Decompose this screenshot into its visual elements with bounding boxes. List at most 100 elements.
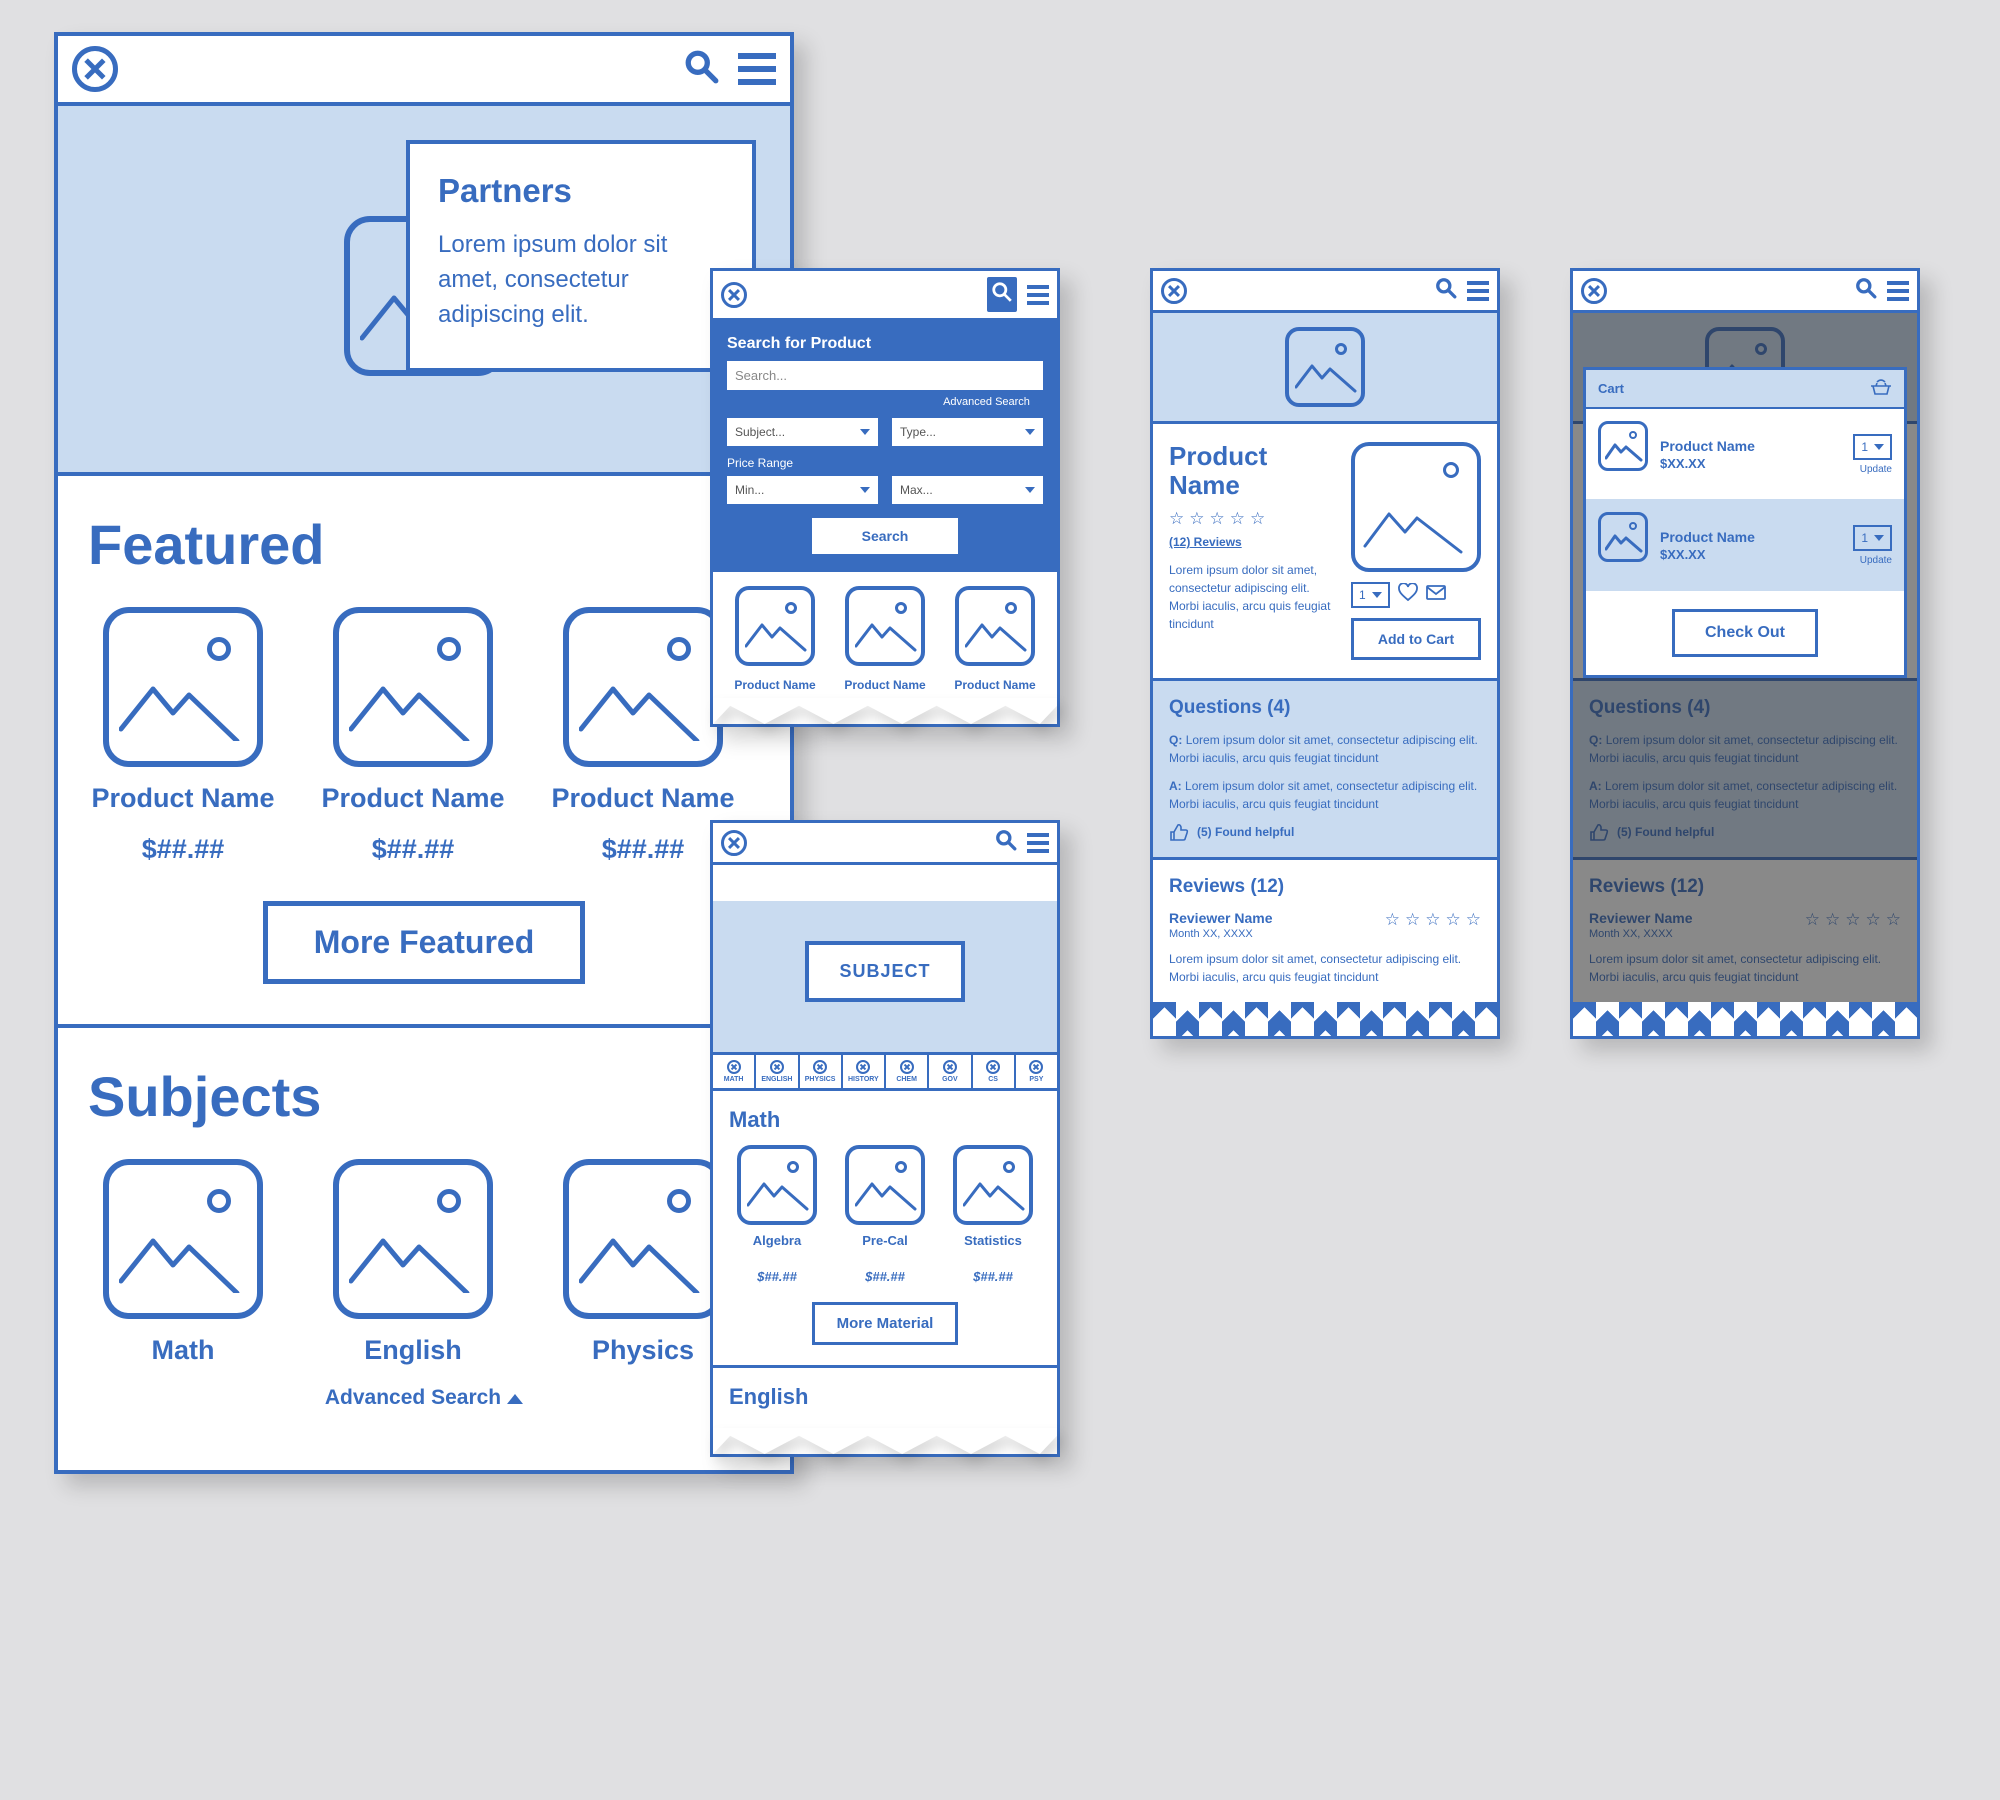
tab-psy[interactable]: PSY <box>1016 1055 1057 1088</box>
type-select[interactable]: Type... <box>892 418 1043 446</box>
product-header <box>1153 271 1497 313</box>
torn-edge <box>1153 1002 1497 1036</box>
menu-icon[interactable] <box>1027 833 1049 853</box>
tab-chem[interactable]: CHEM <box>886 1055 929 1088</box>
update-link[interactable]: Update <box>1860 555 1892 566</box>
add-to-cart-button[interactable]: Add to Cart <box>1351 618 1481 660</box>
more-featured-button[interactable]: More Featured <box>263 901 585 984</box>
logo-icon[interactable] <box>1581 278 1607 304</box>
featured-item[interactable]: Product Name $##.## <box>318 607 508 865</box>
tab-gov[interactable]: GOV <box>929 1055 972 1088</box>
tab-history[interactable]: HISTORY <box>843 1055 886 1088</box>
tab-icon <box>900 1060 914 1074</box>
material-item[interactable]: Algebra$##.## <box>729 1145 825 1284</box>
image-placeholder-icon <box>953 1145 1033 1225</box>
cart-qty-select[interactable]: 1 <box>1853 434 1892 460</box>
result-name: Product Name <box>734 678 815 692</box>
review-date: Month XX, XXXX <box>1169 928 1273 940</box>
menu-icon[interactable] <box>1887 281 1909 301</box>
mail-icon[interactable] <box>1426 583 1446 607</box>
subject-item[interactable]: Math <box>88 1159 278 1366</box>
result-name: Product Name <box>954 678 1035 692</box>
search-frame: Search for Product Advanced Search Subje… <box>710 268 1060 727</box>
menu-icon[interactable] <box>1027 285 1049 305</box>
material-price: $##.## <box>865 1269 905 1284</box>
image-placeholder-icon <box>103 607 263 767</box>
math-section: Math Algebra$##.## Pre-Cal$##.## Statist… <box>713 1091 1057 1365</box>
subject-name: Math <box>152 1335 215 1366</box>
advanced-search-link[interactable]: Advanced Search <box>727 396 1043 408</box>
material-item[interactable]: Statistics$##.## <box>945 1145 1041 1284</box>
subject-frame: SUBJECT MATH ENGLISH PHYSICS HISTORY CHE… <box>710 820 1060 1457</box>
tab-physics[interactable]: PHYSICS <box>800 1055 843 1088</box>
advanced-search-link[interactable]: Advanced Search <box>88 1366 760 1430</box>
product-price: $##.## <box>142 834 225 865</box>
subject-select[interactable]: Subject... <box>727 418 878 446</box>
search-header <box>713 271 1057 321</box>
tab-icon <box>856 1060 870 1074</box>
min-select[interactable]: Min... <box>727 476 878 504</box>
search-icon[interactable] <box>684 49 720 90</box>
reviews-section: Reviews (12) Reviewer Name Month XX, XXX… <box>1153 860 1497 1002</box>
torn-edge <box>1573 1002 1917 1036</box>
tab-math[interactable]: MATH <box>713 1055 756 1088</box>
logo-icon[interactable] <box>72 46 118 92</box>
cart-popup: Cart Product Name$XX.XX 1Update Product … <box>1583 367 1907 678</box>
product-frame: Product Name ☆☆☆☆☆ (12) Reviews Lorem ip… <box>1150 268 1500 1039</box>
heart-icon[interactable] <box>1398 583 1418 607</box>
featured-item[interactable]: Product Name $##.## <box>88 607 278 865</box>
star-rating: ☆☆☆☆☆ <box>1385 910 1481 930</box>
helpful-indicator[interactable]: (5) Found helpful <box>1169 823 1481 841</box>
image-placeholder-icon <box>737 1145 817 1225</box>
material-item[interactable]: Pre-Cal$##.## <box>837 1145 933 1284</box>
material-name: Algebra <box>753 1233 801 1263</box>
cart-item-price: $XX.XX <box>1660 456 1841 471</box>
subject-hero-button[interactable]: SUBJECT <box>805 941 964 1002</box>
checkout-button[interactable]: Check Out <box>1672 609 1818 657</box>
subject-header <box>713 823 1057 865</box>
subject-hero: SUBJECT <box>713 901 1057 1055</box>
search-icon[interactable] <box>995 829 1017 856</box>
reviews-link[interactable]: (12) Reviews <box>1169 535 1335 549</box>
image-placeholder-icon <box>563 607 723 767</box>
cart-title: Cart <box>1598 381 1624 396</box>
cart-qty-select[interactable]: 1 <box>1853 525 1892 551</box>
tab-cs[interactable]: CS <box>973 1055 1016 1088</box>
tab-english[interactable]: ENGLISH <box>756 1055 799 1088</box>
search-icon[interactable] <box>987 277 1017 312</box>
featured-title: Featured <box>88 512 760 577</box>
chevron-down-icon <box>1372 592 1382 598</box>
subject-item[interactable]: English <box>318 1159 508 1366</box>
update-link[interactable]: Update <box>1860 464 1892 475</box>
menu-icon[interactable] <box>1467 281 1489 301</box>
image-placeholder-icon <box>333 607 493 767</box>
logo-icon[interactable] <box>721 282 747 308</box>
menu-icon[interactable] <box>738 53 776 85</box>
quantity-select[interactable]: 1 <box>1351 582 1390 608</box>
subject-name: English <box>364 1335 462 1366</box>
reviewer-name: Reviewer Name <box>1169 910 1273 926</box>
cart-frame: Product Name ☆☆☆☆☆ (12) Reviews Lorem ip… <box>1570 268 1920 1039</box>
image-placeholder-icon <box>1598 512 1648 562</box>
tab-icon <box>813 1060 827 1074</box>
product-info: Product Name ☆☆☆☆☆ (12) Reviews Lorem ip… <box>1153 424 1497 678</box>
logo-icon[interactable] <box>721 830 747 856</box>
result-item[interactable]: Product Name <box>947 586 1043 692</box>
basket-icon[interactable] <box>1870 378 1892 399</box>
tab-icon <box>727 1060 741 1074</box>
search-input[interactable] <box>727 361 1043 390</box>
more-material-button[interactable]: More Material <box>812 1302 959 1345</box>
product-name: Product Name <box>91 783 274 814</box>
result-item[interactable]: Product Name <box>727 586 823 692</box>
chevron-down-icon <box>1025 487 1035 493</box>
search-icon[interactable] <box>1855 277 1877 304</box>
max-select[interactable]: Max... <box>892 476 1043 504</box>
search-button[interactable]: Search <box>812 518 959 554</box>
search-icon[interactable] <box>1435 277 1457 304</box>
logo-icon[interactable] <box>1161 278 1187 304</box>
result-item[interactable]: Product Name <box>837 586 933 692</box>
subject-tabs: MATH ENGLISH PHYSICS HISTORY CHEM GOV CS… <box>713 1055 1057 1091</box>
chevron-down-icon <box>1874 444 1884 450</box>
search-panel: Search for Product Advanced Search Subje… <box>713 321 1057 572</box>
product-hero <box>1153 313 1497 424</box>
